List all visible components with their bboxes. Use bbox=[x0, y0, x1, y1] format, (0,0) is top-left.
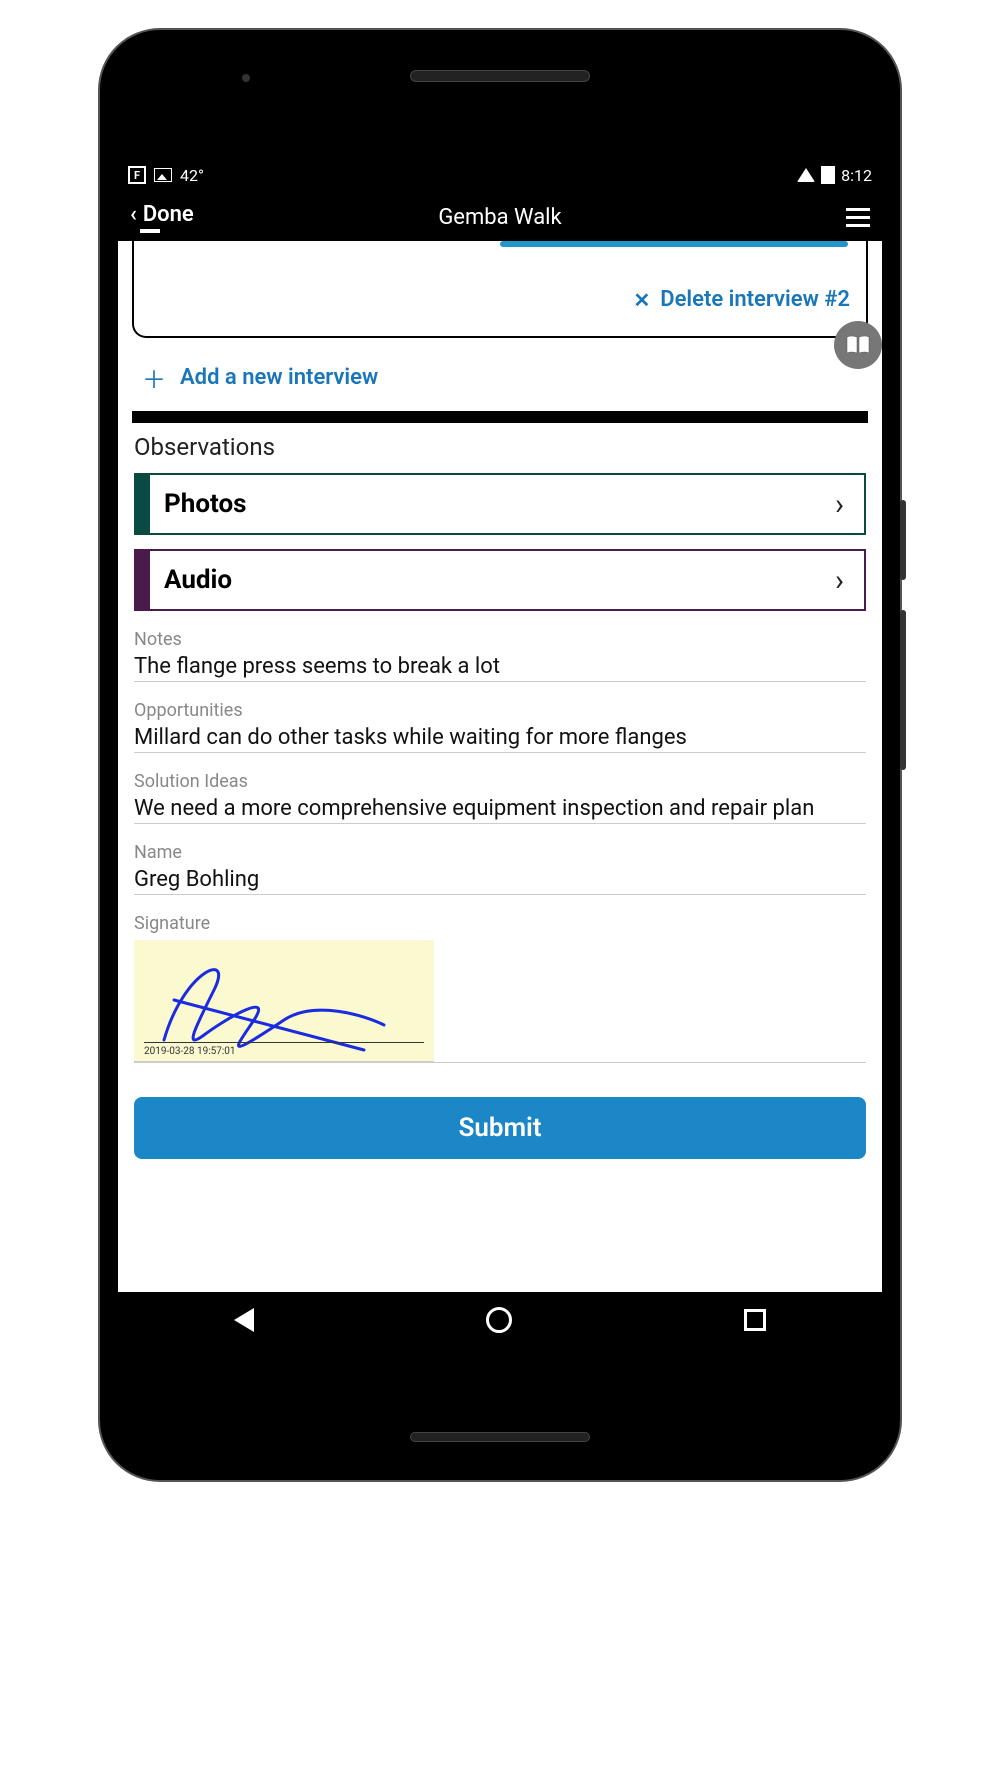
interview-card: ✕ Delete interview #2 bbox=[132, 241, 868, 338]
progress-indicator bbox=[500, 241, 848, 247]
audio-stripe bbox=[136, 551, 150, 609]
submit-button[interactable]: Submit bbox=[134, 1097, 866, 1159]
back-label: Done bbox=[143, 202, 194, 227]
photos-label: Photos bbox=[150, 489, 835, 519]
app-bar: ‹ Done Gemba Walk bbox=[118, 193, 882, 241]
observations-title: Observations bbox=[134, 433, 866, 461]
signature-label: Signature bbox=[134, 913, 866, 934]
delete-interview-label: Delete interview #2 bbox=[660, 287, 850, 312]
clock: 8:12 bbox=[841, 166, 872, 185]
add-interview-label: Add a new interview bbox=[180, 365, 378, 390]
notes-label: Notes bbox=[134, 629, 866, 650]
solution-field[interactable]: Solution Ideas We need a more comprehens… bbox=[134, 771, 866, 824]
page-title: Gemba Walk bbox=[118, 205, 882, 230]
content-area: ✕ Delete interview #2 ＋ Add a new interv… bbox=[118, 241, 882, 1292]
back-button[interactable]: ‹ Done bbox=[130, 202, 194, 227]
notes-field[interactable]: Notes The flange press seems to break a … bbox=[134, 629, 866, 682]
nav-home-icon[interactable] bbox=[486, 1307, 512, 1333]
signature-baseline bbox=[144, 1042, 424, 1043]
menu-button[interactable] bbox=[846, 208, 870, 227]
section-divider bbox=[132, 411, 868, 423]
battery-icon bbox=[821, 166, 835, 184]
delete-interview-button[interactable]: ✕ Delete interview #2 bbox=[150, 287, 850, 312]
photos-stripe bbox=[136, 475, 150, 533]
close-icon: ✕ bbox=[633, 288, 650, 312]
opportunities-label: Opportunities bbox=[134, 700, 866, 721]
notes-value: The flange press seems to break a lot bbox=[134, 654, 866, 682]
picture-icon bbox=[154, 168, 172, 182]
signature-stroke bbox=[134, 940, 434, 1062]
signature-pad[interactable]: 2019-03-28 19:57:01 bbox=[134, 940, 434, 1062]
name-value: Greg Bohling bbox=[134, 867, 866, 895]
name-label: Name bbox=[134, 842, 866, 863]
chevron-right-icon: › bbox=[835, 563, 864, 598]
opportunities-field[interactable]: Opportunities Millard can do other tasks… bbox=[134, 700, 866, 753]
phone-frame: F 42° 8:12 ‹ Done bbox=[100, 30, 900, 1480]
phone-camera bbox=[242, 74, 250, 82]
phone-speaker-bottom bbox=[410, 1432, 590, 1442]
solution-label: Solution Ideas bbox=[134, 771, 866, 792]
chevron-right-icon: › bbox=[835, 487, 864, 522]
name-field[interactable]: Name Greg Bohling bbox=[134, 842, 866, 895]
solution-value: We need a more comprehensive equipment i… bbox=[134, 796, 866, 824]
done-underline bbox=[140, 229, 160, 233]
nav-recents-icon[interactable] bbox=[744, 1309, 766, 1331]
add-interview-button[interactable]: ＋ Add a new interview bbox=[118, 346, 882, 409]
volume-rocker bbox=[900, 610, 906, 770]
chevron-left-icon: ‹ bbox=[130, 202, 137, 227]
audio-label: Audio bbox=[150, 565, 835, 595]
signature-timestamp: 2019-03-28 19:57:01 bbox=[144, 1046, 236, 1057]
android-nav-bar bbox=[118, 1292, 882, 1348]
opportunities-value: Millard can do other tasks while waiting… bbox=[134, 725, 866, 753]
plus-icon: ＋ bbox=[142, 360, 166, 395]
phone-speaker bbox=[410, 70, 590, 82]
temperature: 42° bbox=[180, 166, 204, 185]
nav-back-icon[interactable] bbox=[234, 1308, 254, 1332]
status-bar: F 42° 8:12 bbox=[118, 157, 882, 193]
flipboard-icon: F bbox=[128, 166, 146, 184]
manual-icon[interactable] bbox=[834, 321, 882, 369]
audio-row[interactable]: Audio › bbox=[134, 549, 866, 611]
wifi-icon bbox=[797, 168, 815, 182]
power-button bbox=[900, 500, 906, 580]
photos-row[interactable]: Photos › bbox=[134, 473, 866, 535]
